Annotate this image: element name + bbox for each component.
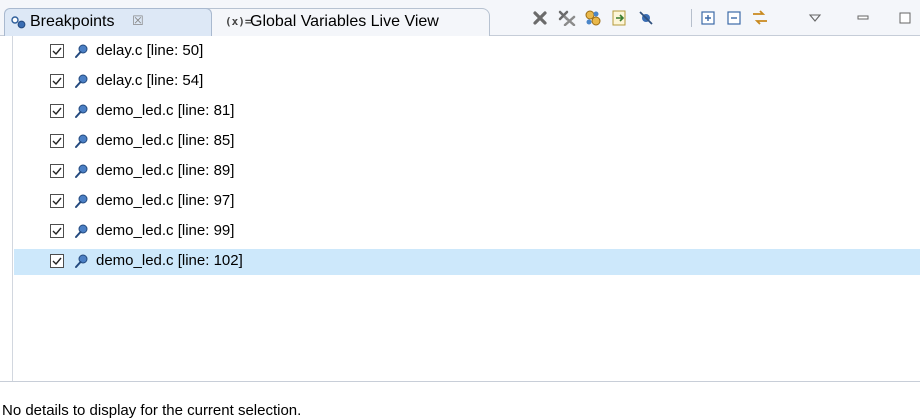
remove-all-breakpoints-icon[interactable] bbox=[558, 9, 576, 27]
breakpoint-enabled-checkbox[interactable] bbox=[50, 104, 64, 118]
tab-label: Breakpoints bbox=[30, 13, 115, 30]
breakpoint-enabled-checkbox[interactable] bbox=[50, 44, 64, 58]
line-breakpoint-icon bbox=[73, 103, 89, 123]
breakpoint-label: delay.c [line: 54] bbox=[96, 72, 204, 89]
breakpoint-label: delay.c [line: 50] bbox=[96, 42, 204, 59]
remove-breakpoint-icon[interactable] bbox=[531, 9, 549, 27]
show-supported-breakpoints-icon[interactable] bbox=[584, 9, 602, 27]
line-breakpoint-icon bbox=[73, 133, 89, 153]
breakpoint-label: demo_led.c [line: 99] bbox=[96, 222, 235, 239]
collapse-all-icon[interactable] bbox=[725, 9, 743, 27]
breakpoint-row[interactable]: delay.c [line: 50] bbox=[14, 39, 920, 65]
breakpoint-label: demo_led.c [line: 81] bbox=[96, 102, 235, 119]
breakpoint-row[interactable]: demo_led.c [line: 99] bbox=[14, 219, 920, 245]
breakpoints-list: delay.c [line: 50] delay.c [line: 54] demo… bbox=[0, 36, 920, 381]
breakpoint-row[interactable]: demo_led.c [line: 102] bbox=[14, 249, 920, 275]
breakpoint-enabled-checkbox[interactable] bbox=[50, 134, 64, 148]
tab-breakpoints[interactable]: Breakpoints ☒ bbox=[4, 8, 212, 36]
skip-all-breakpoints-icon[interactable] bbox=[637, 9, 655, 27]
expand-all-icon[interactable] bbox=[699, 9, 717, 27]
tab-label: Global Variables Live View bbox=[250, 13, 439, 30]
breakpoints-view-icon bbox=[11, 16, 27, 34]
details-pane: No details to display for the current se… bbox=[0, 381, 920, 419]
close-tab-icon[interactable]: ☒ bbox=[132, 13, 144, 29]
view-menu-icon[interactable] bbox=[806, 9, 824, 27]
breakpoint-enabled-checkbox[interactable] bbox=[50, 194, 64, 208]
line-breakpoint-icon bbox=[73, 253, 89, 273]
breakpoint-enabled-checkbox[interactable] bbox=[50, 254, 64, 268]
breakpoint-row[interactable]: demo_led.c [line: 97] bbox=[14, 189, 920, 215]
breakpoint-label: demo_led.c [line: 89] bbox=[96, 162, 235, 179]
line-breakpoint-icon bbox=[73, 73, 89, 93]
line-breakpoint-icon bbox=[73, 43, 89, 63]
line-breakpoint-icon bbox=[73, 163, 89, 183]
breakpoint-row[interactable]: demo_led.c [line: 89] bbox=[14, 159, 920, 185]
toolbar-separator bbox=[691, 9, 692, 27]
tab-global-variables-live-view[interactable]: (x)= Global Variables Live View bbox=[206, 8, 490, 36]
view-tab-bar: (x)= Global Variables Live View Breakpoi… bbox=[0, 0, 920, 36]
minimize-icon[interactable] bbox=[854, 9, 872, 27]
breakpoint-enabled-checkbox[interactable] bbox=[50, 164, 64, 178]
breakpoint-row[interactable]: delay.c [line: 54] bbox=[14, 69, 920, 95]
breakpoint-label: demo_led.c [line: 102] bbox=[96, 252, 243, 269]
link-with-debug-view-icon[interactable] bbox=[751, 9, 769, 27]
details-message: No details to display for the current se… bbox=[2, 402, 302, 419]
breakpoint-enabled-checkbox[interactable] bbox=[50, 224, 64, 238]
line-breakpoint-icon bbox=[73, 193, 89, 213]
line-breakpoint-icon bbox=[73, 223, 89, 243]
breakpoint-label: demo_led.c [line: 97] bbox=[96, 192, 235, 209]
breakpoint-label: demo_led.c [line: 85] bbox=[96, 132, 235, 149]
variables-view-icon: (x)= bbox=[225, 15, 252, 28]
breakpoint-row[interactable]: demo_led.c [line: 85] bbox=[14, 129, 920, 155]
breakpoint-enabled-checkbox[interactable] bbox=[50, 74, 64, 88]
maximize-icon[interactable] bbox=[896, 9, 914, 27]
breakpoint-row[interactable]: demo_led.c [line: 81] bbox=[14, 99, 920, 125]
go-to-file-icon[interactable] bbox=[611, 9, 629, 27]
